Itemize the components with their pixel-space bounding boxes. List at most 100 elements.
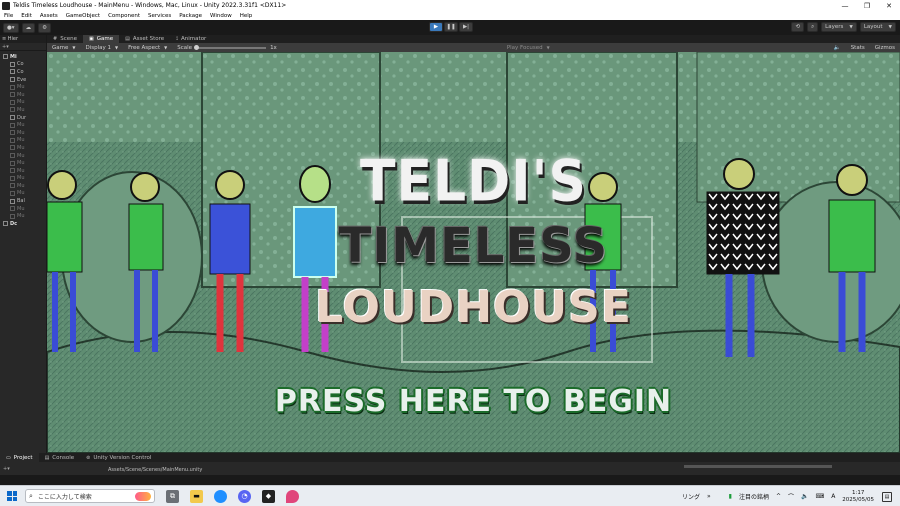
hierarchy-row[interactable]: Mu (0, 91, 46, 99)
tab-game[interactable]: ▣ Game (82, 35, 120, 43)
hierarchy-row[interactable]: Mu (0, 137, 46, 145)
hierarchy-row[interactable]: Mu (0, 205, 46, 213)
play-button[interactable]: ▶ (429, 22, 443, 32)
hierarchy-tab[interactable]: ≡ Hier (0, 35, 46, 43)
notification-icon[interactable]: ▤ (882, 491, 892, 502)
file-explorer-icon[interactable]: ▬ (190, 489, 203, 503)
hierarchy-row[interactable]: Eve (0, 76, 46, 84)
cloud-button[interactable]: ☁ (21, 22, 36, 33)
history-button[interactable]: ⟲ (791, 22, 805, 32)
tab-asset-store[interactable]: ▤ Asset Store (119, 35, 170, 43)
hierarchy-row[interactable]: Mu (0, 129, 46, 137)
hierarchy-row[interactable]: Mu (0, 99, 46, 107)
news-label[interactable]: 注目の銘柄 (739, 492, 769, 501)
close-button[interactable]: ✕ (878, 0, 900, 11)
tab-version-control[interactable]: ⊚ Unity Version Control (80, 453, 157, 462)
hierarchy-row[interactable]: Dur (0, 114, 46, 122)
tray-chevron-icon[interactable]: » (707, 493, 711, 500)
menu-assets[interactable]: Assets (36, 13, 62, 19)
tray-item[interactable]: リング (682, 492, 700, 501)
stats-label: Stats (850, 44, 865, 51)
hierarchy-row-label: Mu (17, 205, 25, 212)
scale-slider-knob[interactable] (194, 44, 200, 50)
aspect-dropdown[interactable]: Free Aspect ▼ (123, 45, 172, 51)
tab-scene[interactable]: # Scene (47, 35, 83, 43)
display-dropdown[interactable]: Display 1 ▼ (80, 45, 123, 51)
keyboard-icon[interactable]: ⌨ (816, 493, 825, 500)
hierarchy-row[interactable]: Co (0, 68, 46, 76)
stock-icon[interactable]: ▮ (729, 493, 732, 500)
hierarchy-row[interactable]: Mu (0, 190, 46, 198)
search-icon: ⌕ (811, 23, 815, 30)
volume-icon[interactable]: 🔈 (801, 493, 808, 500)
pause-button[interactable]: ❚❚ (444, 22, 458, 32)
network-icon[interactable]: ⌒ (788, 492, 794, 501)
hierarchy-row-label: Dur (17, 114, 27, 121)
chevron-down-icon: ▼ (849, 24, 853, 30)
hierarchy-row[interactable]: Mu (0, 106, 46, 114)
gameobject-icon (10, 206, 15, 212)
hierarchy-row[interactable]: Mu (0, 121, 46, 129)
task-view-icon[interactable]: ⧉ (166, 489, 179, 503)
mute-button[interactable]: 🔈 (829, 45, 846, 51)
taskbar-clock[interactable]: 1:17 2025/05/05 (842, 490, 874, 504)
layers-dropdown[interactable]: Layers ▼ (821, 22, 857, 32)
game-mode-dropdown[interactable]: Game ▼ (47, 45, 80, 51)
menu-edit[interactable]: Edit (17, 13, 36, 19)
unity-taskbar-icon[interactable]: ◆ (262, 489, 275, 503)
gameobject-icon (10, 145, 15, 151)
gameobject-icon (10, 175, 15, 181)
show-hidden-icons[interactable]: ^ (776, 493, 781, 500)
stats-button[interactable]: Stats (846, 45, 870, 51)
edge-browser-icon[interactable] (214, 489, 227, 503)
hierarchy-row[interactable]: Mu (0, 83, 46, 91)
hierarchy-search[interactable]: +▾ (0, 43, 46, 51)
hierarchy-row[interactable]: Mi (0, 53, 46, 61)
game-view[interactable]: TELDI'S TIMELESS LOUDHOUSE PRESS HERE TO… (47, 52, 900, 453)
menu-window[interactable]: Window (206, 13, 236, 19)
windows-start-icon[interactable] (7, 491, 17, 501)
menu-help[interactable]: Help (236, 13, 257, 19)
tab-project[interactable]: ▭ Project (0, 453, 39, 462)
tab-version-control-label: Unity Version Control (93, 454, 152, 461)
ime-indicator[interactable]: A (831, 493, 835, 500)
app-droplet-icon[interactable] (286, 489, 299, 503)
scene-icon (3, 221, 8, 227)
hierarchy-row[interactable]: Mu (0, 152, 46, 160)
search-button[interactable]: ⌕ (807, 22, 819, 32)
hierarchy-row[interactable]: Mu (0, 212, 46, 220)
taskbar-search[interactable]: ⌕ ここに入力して検索 (25, 489, 155, 503)
scale-slider[interactable] (194, 44, 267, 50)
minimize-button[interactable]: — (834, 0, 856, 11)
menu-gameobject[interactable]: GameObject (62, 13, 104, 19)
hierarchy-row[interactable]: Bal (0, 197, 46, 205)
hierarchy-row[interactable]: Mu (0, 175, 46, 183)
step-button[interactable]: ▶| (459, 22, 473, 32)
maximize-button[interactable]: ❐ (856, 0, 878, 11)
tab-console[interactable]: ▤ Console (39, 453, 81, 462)
menu-services[interactable]: Services (144, 13, 175, 19)
hierarchy-row[interactable]: Mu (0, 182, 46, 190)
tab-animator[interactable]: ⟟ Animator (170, 35, 212, 43)
menu-file[interactable]: File (0, 13, 17, 19)
hierarchy-row[interactable]: Co (0, 61, 46, 69)
hierarchy-row-label: Mi (10, 53, 17, 60)
hierarchy-row[interactable]: Dc (0, 220, 46, 228)
add-icon[interactable]: +▾ (3, 466, 10, 472)
hierarchy-list: Mi Co Co Eve Mu Mu Mu Mu Dur Mu Mu Mu Mu Mu Mu Mu Mu Mu Mu… (0, 51, 46, 228)
hierarchy-row[interactable]: Mu (0, 144, 46, 152)
layout-dropdown[interactable]: Layout ▼ (859, 22, 896, 32)
play-focused-dropdown[interactable]: Play Focused ▼ (502, 45, 555, 51)
gameobject-icon (10, 115, 15, 121)
gameobject-icon (10, 153, 15, 159)
account-button[interactable]: ●▾ (3, 22, 19, 33)
settings-button[interactable]: ⚙ (38, 22, 51, 33)
hierarchy-row[interactable]: Mu (0, 167, 46, 175)
discord-icon[interactable]: ◔ (238, 489, 251, 503)
menu-component[interactable]: Component (104, 13, 144, 19)
menu-package[interactable]: Package (175, 13, 206, 19)
icon-size-slider[interactable] (684, 465, 832, 468)
press-to-begin-button[interactable]: PRESS HERE TO BEGIN (47, 384, 900, 419)
gizmos-button[interactable]: Gizmos (870, 45, 900, 51)
hierarchy-row[interactable]: Mu (0, 159, 46, 167)
